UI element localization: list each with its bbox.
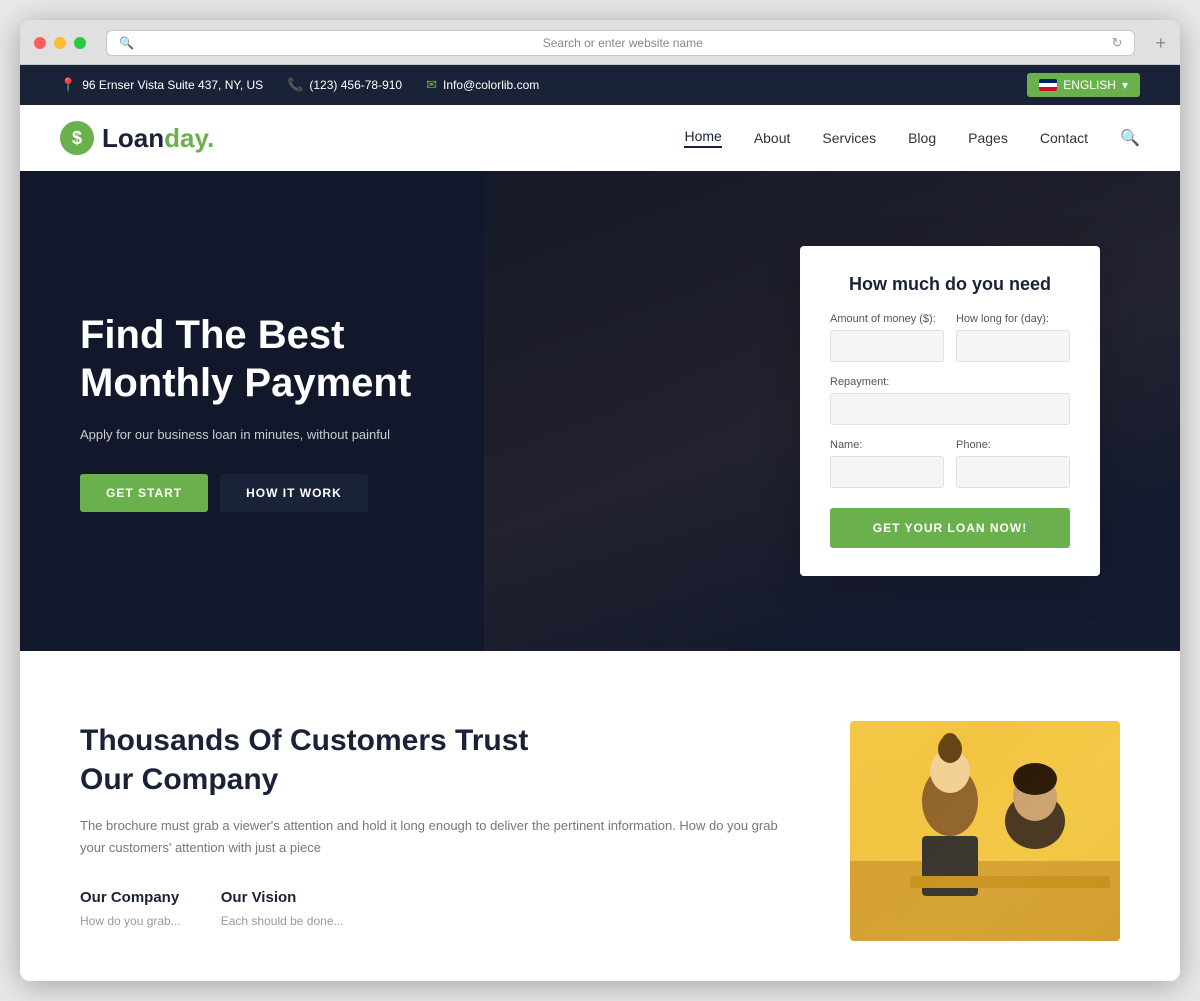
about-image-svg [850,721,1120,941]
phone-icon: 📞 [287,77,303,93]
browser-window: 🔍 Search or enter website name ↻ + 📍 96 … [20,20,1180,981]
logo-text: Loanday. [102,123,214,154]
address-text: Search or enter website name [140,36,1106,50]
loan-form-card: How much do you need Amount of money ($)… [800,246,1100,576]
how-it-work-button[interactable]: HOW IT WORK [220,474,368,512]
phone-text: (123) 456-78-910 [309,78,402,92]
duration-label: How long for (day): [956,313,1070,325]
repayment-group: Repayment: [830,376,1070,425]
hero-section: Find The BestMonthly Payment Apply for o… [20,171,1180,651]
contact-bar: 📍 96 Ernser Vista Suite 437, NY, US 📞 (1… [20,65,1180,105]
vision-col-text: Each should be done... [221,912,344,931]
about-col-company: Our Company How do you grab... [80,889,181,931]
nav-home[interactable]: Home [684,128,721,148]
amount-label: Amount of money ($): [830,313,944,325]
about-section: Thousands Of Customers TrustOur Company … [20,651,1180,981]
new-tab-button[interactable]: + [1155,33,1166,54]
company-col-text: How do you grab... [80,912,181,931]
search-icon[interactable]: 🔍 [1120,128,1140,148]
company-col-title: Our Company [80,889,181,906]
phone-input[interactable] [956,456,1070,488]
address-text: 96 Ernser Vista Suite 437, NY, US [82,78,263,92]
nav-services[interactable]: Services [822,130,876,146]
email-text: Info@colorlib.com [443,78,539,92]
name-label: Name: [830,439,944,451]
form-row-3: Name: Phone: [830,439,1070,488]
get-loan-button[interactable]: GET YOUR LOAN NOW! [830,508,1070,548]
chevron-down-icon: ▾ [1122,78,1128,92]
amount-input[interactable] [830,330,944,362]
duration-input[interactable] [956,330,1070,362]
navbar: $ Loanday. Home About Services Blog Page… [20,105,1180,171]
reload-icon[interactable]: ↻ [1112,35,1123,51]
vision-col-title: Our Vision [221,889,344,906]
logo[interactable]: $ Loanday. [60,121,214,155]
flag-icon [1039,79,1057,91]
form-row-1: Amount of money ($): How long for (day): [830,313,1070,362]
form-row-2: Repayment: [830,376,1070,425]
repayment-input[interactable] [830,393,1070,425]
contact-bar-left: 📍 96 Ernser Vista Suite 437, NY, US 📞 (1… [60,77,539,93]
address-item: 📍 96 Ernser Vista Suite 437, NY, US [60,77,263,93]
about-description: The brochure must grab a viewer's attent… [80,815,790,859]
nav-pages[interactable]: Pages [968,130,1008,146]
about-col-vision: Our Vision Each should be done... [221,889,344,931]
nav-about[interactable]: About [754,130,791,146]
form-title: How much do you need [830,274,1070,295]
nav-blog[interactable]: Blog [908,130,936,146]
nav-contact[interactable]: Contact [1040,130,1088,146]
duration-group: How long for (day): [956,313,1070,362]
phone-item: 📞 (123) 456-78-910 [287,77,402,93]
about-columns: Our Company How do you grab... Our Visio… [80,889,790,931]
amount-group: Amount of money ($): [830,313,944,362]
about-image [850,721,1120,941]
phone-group: Phone: [956,439,1070,488]
phone-label: Phone: [956,439,1070,451]
minimize-dot[interactable] [54,37,66,49]
website-content: 📍 96 Ernser Vista Suite 437, NY, US 📞 (1… [20,65,1180,981]
search-icon: 🔍 [119,36,134,50]
email-item: ✉ Info@colorlib.com [426,77,539,93]
browser-controls: 🔍 Search or enter website name ↻ + [34,30,1166,56]
close-dot[interactable] [34,37,46,49]
language-button[interactable]: ENGLISH ▾ [1027,73,1140,97]
logo-symbol: $ [72,128,82,149]
about-content: Thousands Of Customers TrustOur Company … [80,721,790,931]
logo-icon: $ [60,121,94,155]
about-title: Thousands Of Customers TrustOur Company [80,721,790,799]
about-image-background [850,721,1120,941]
language-label: ENGLISH [1063,78,1116,92]
browser-chrome: 🔍 Search or enter website name ↻ + [20,20,1180,65]
get-start-button[interactable]: GET START [80,474,208,512]
repayment-label: Repayment: [830,376,1070,388]
address-bar[interactable]: 🔍 Search or enter website name ↻ [106,30,1135,56]
name-input[interactable] [830,456,944,488]
maximize-dot[interactable] [74,37,86,49]
name-group: Name: [830,439,944,488]
email-icon: ✉ [426,77,437,93]
nav-links: Home About Services Blog Pages Contact 🔍 [684,128,1140,148]
location-icon: 📍 [60,77,76,93]
